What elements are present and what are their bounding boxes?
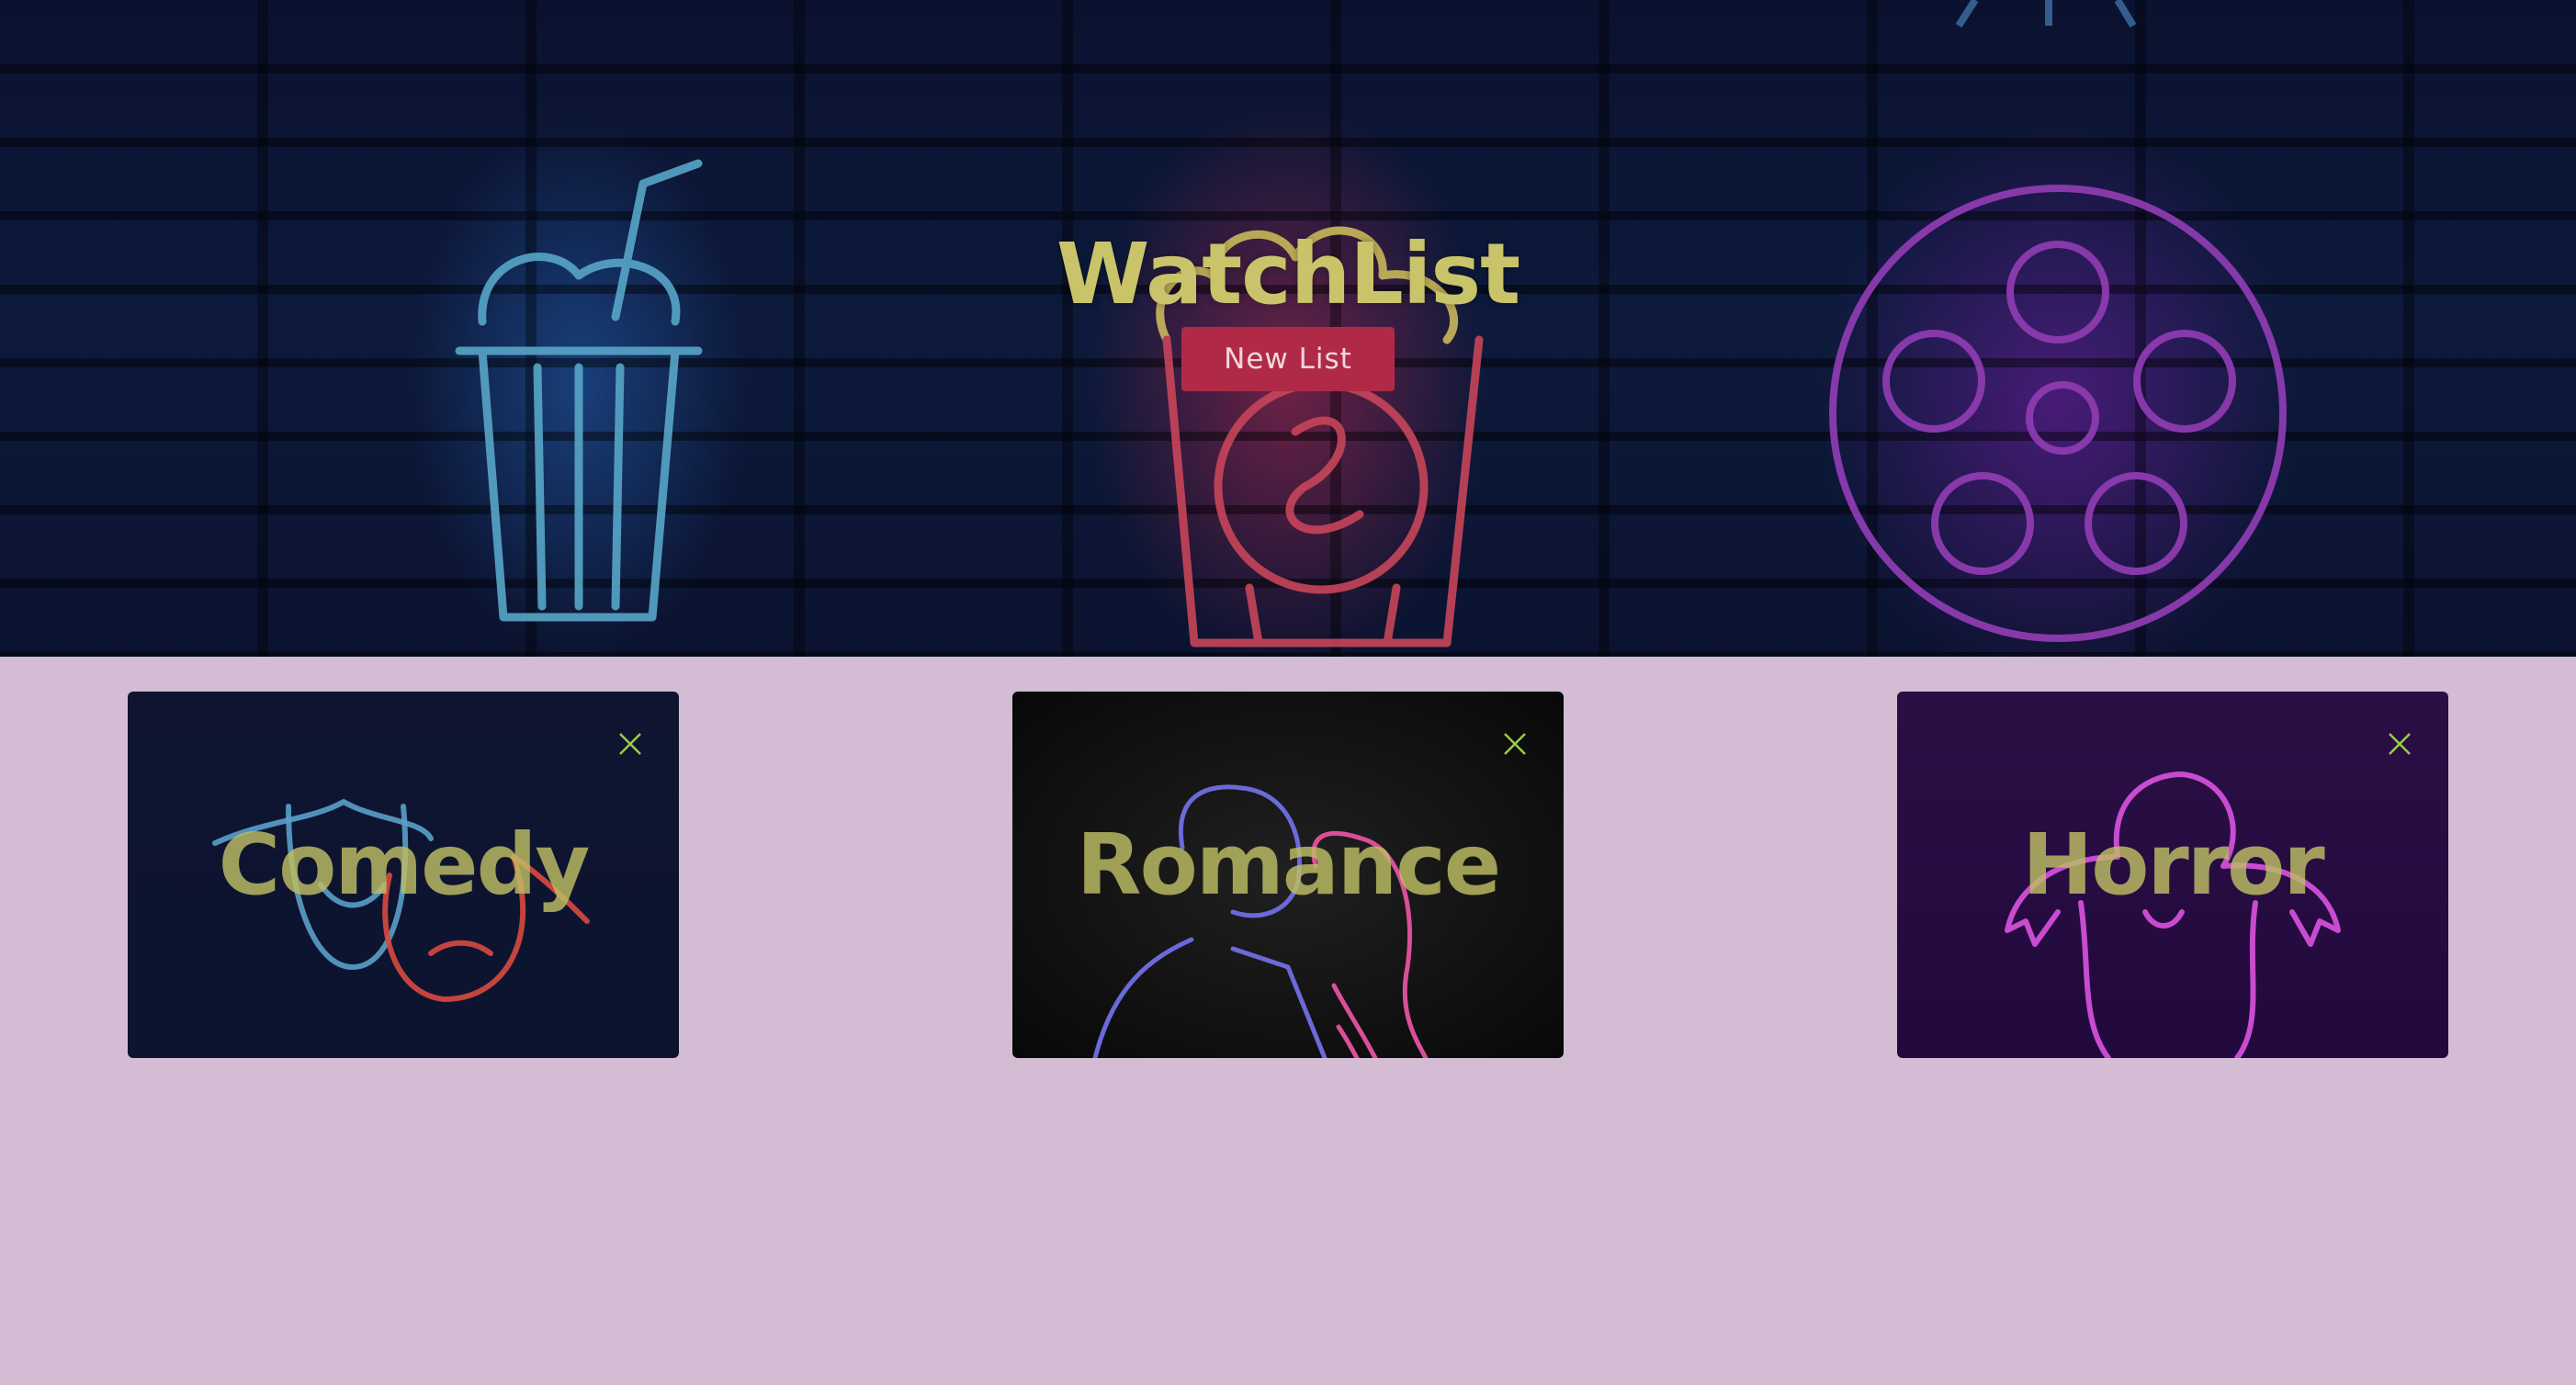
list-title: Comedy bbox=[218, 816, 591, 914]
close-icon[interactable] bbox=[1501, 730, 1529, 758]
list-card-romance[interactable]: Romance bbox=[1012, 692, 1564, 1058]
list-card-horror[interactable]: Horror bbox=[1897, 692, 2448, 1058]
list-title: Horror bbox=[2022, 816, 2325, 914]
list-title: Romance bbox=[1076, 816, 1501, 914]
close-icon[interactable] bbox=[2386, 730, 2413, 758]
close-icon[interactable] bbox=[616, 730, 644, 758]
page-title: WatchList bbox=[1056, 225, 1520, 323]
list-card-comedy[interactable]: Comedy bbox=[128, 692, 679, 1058]
new-list-button[interactable]: New List bbox=[1181, 327, 1395, 391]
hero-banner: WatchList New List bbox=[0, 0, 2576, 657]
top-partial-icon bbox=[1955, 0, 2137, 28]
